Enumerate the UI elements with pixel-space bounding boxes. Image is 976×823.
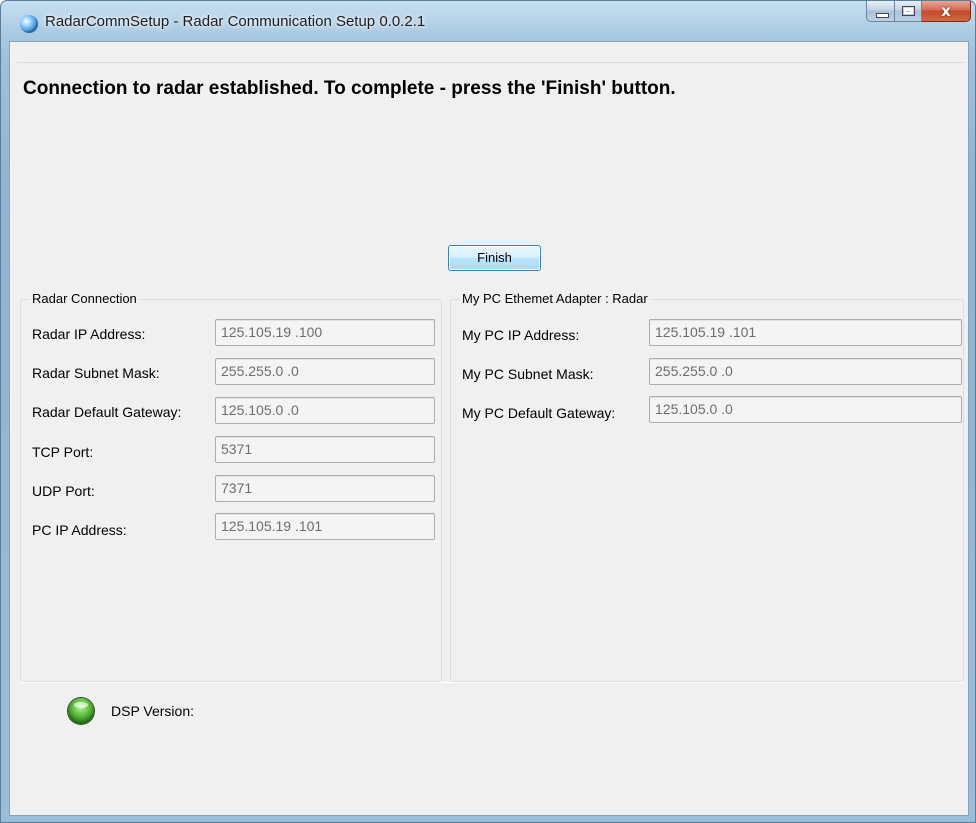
tcp-port-label: TCP Port: [32,444,94,460]
my-pc-subnet-field[interactable]: 255.255.0 .0 [649,358,962,385]
finish-button[interactable]: Finish [448,245,541,271]
bottom-divider [20,682,964,683]
pc-ip-field[interactable]: 125.105.19 .101 [215,513,435,540]
app-window: RadarCommSetup - Radar Communication Set… [0,0,976,823]
maximize-button[interactable] [895,1,922,22]
pc-adapter-title: My PC Ethemet Adapter : Radar [460,291,650,306]
client-area: Connection to radar established. To comp… [9,41,969,816]
radar-ip-label: Radar IP Address: [32,326,146,342]
radar-ip-field[interactable]: 125.105.19 .100 [215,319,435,346]
status-message: Connection to radar established. To comp… [23,78,676,99]
udp-port-label: UDP Port: [32,483,95,499]
radar-gateway-label: Radar Default Gateway: [32,404,182,420]
tcp-port-field[interactable]: 5371 [215,436,435,463]
minimize-button[interactable] [866,1,895,22]
app-globe-icon[interactable] [20,15,38,33]
close-button[interactable]: x [922,1,971,22]
my-pc-subnet-label: My PC Subnet Mask: [462,366,594,382]
my-pc-gateway-label: My PC Default Gateway: [462,405,616,421]
dsp-version-label: DSP Version: [111,703,195,719]
status-led-icon [68,698,94,724]
radar-connection-title: Radar Connection [30,291,139,306]
radar-subnet-field[interactable]: 255.255.0 .0 [215,358,435,385]
pc-ip-label: PC IP Address: [32,522,127,538]
maximize-icon [902,6,915,16]
my-pc-ip-label: My PC IP Address: [462,327,580,343]
my-pc-ip-field[interactable]: 125.105.19 .101 [649,319,962,346]
minimize-icon [876,13,889,18]
radar-gateway-field[interactable]: 125.105.0 .0 [215,397,435,424]
window-title: RadarCommSetup - Radar Communication Set… [45,13,426,30]
radar-connection-group: Radar Connection Radar IP Address: 125.1… [20,291,442,682]
close-icon: x [941,2,951,20]
udp-port-field[interactable]: 7371 [215,475,435,502]
pc-adapter-group: My PC Ethemet Adapter : Radar My PC IP A… [450,291,964,682]
title-bar[interactable]: RadarCommSetup - Radar Communication Set… [1,1,976,41]
my-pc-gateway-field[interactable]: 125.105.0 .0 [649,396,962,423]
radar-subnet-label: Radar Subnet Mask: [32,365,160,381]
caption-buttons: x [866,1,971,23]
